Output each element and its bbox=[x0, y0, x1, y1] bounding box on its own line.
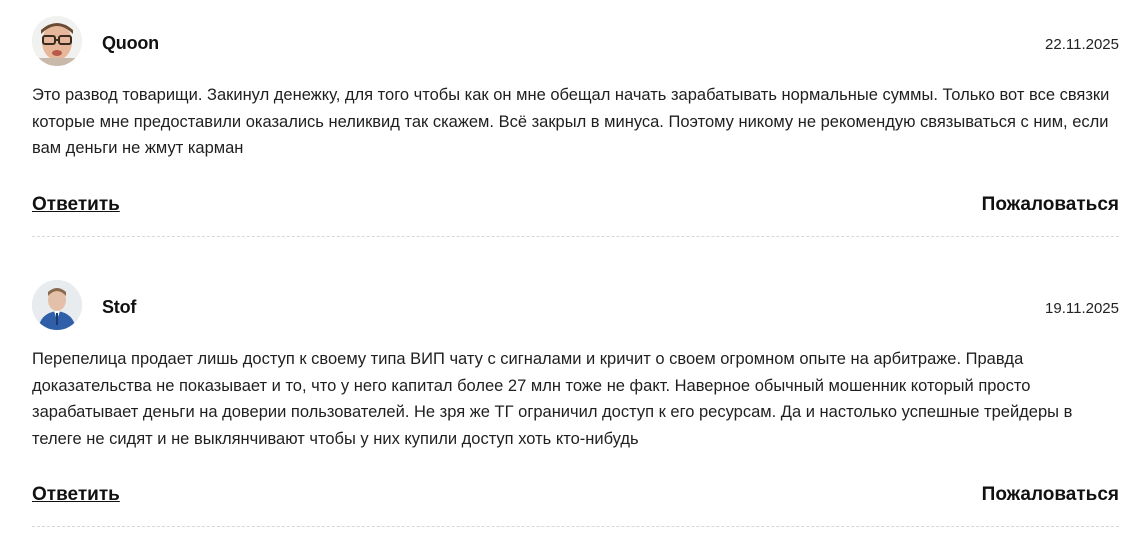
comment-header: Stof 19.11.2025 bbox=[32, 280, 1119, 334]
comment-text: Это развод товарищи. Закинул денежку, дл… bbox=[32, 86, 1110, 157]
comment-date: 22.11.2025 bbox=[1045, 36, 1119, 53]
comments-list: Quoon 22.11.2025 Это развод товарищи. За… bbox=[0, 0, 1145, 533]
avatar bbox=[32, 16, 82, 66]
comment-actions: Ответить Пожаловаться bbox=[32, 194, 1119, 218]
reply-link[interactable]: Ответить bbox=[32, 484, 120, 506]
comment-item: Quoon 22.11.2025 Это развод товарищи. За… bbox=[32, 16, 1119, 237]
comment-author: Quoon bbox=[102, 33, 159, 53]
reply-link[interactable]: Ответить bbox=[32, 194, 120, 216]
comment-item: Stof 19.11.2025 Перепелица продает лишь … bbox=[32, 280, 1119, 527]
avatar-man-photo-image bbox=[32, 280, 82, 330]
comment-header: Quoon 22.11.2025 bbox=[32, 16, 1119, 70]
comment-divider bbox=[32, 236, 1119, 237]
comment-author: Stof bbox=[102, 297, 137, 317]
report-link[interactable]: Пожаловаться bbox=[982, 484, 1119, 506]
comment-text: Перепелица продает лишь доступ к своему … bbox=[32, 350, 1073, 448]
comment-divider bbox=[32, 526, 1119, 527]
comment-actions: Ответить Пожаловаться bbox=[32, 484, 1119, 508]
avatar-glasses-man-image bbox=[32, 16, 82, 66]
avatar bbox=[32, 280, 82, 330]
comment-date: 19.11.2025 bbox=[1045, 300, 1119, 317]
report-link[interactable]: Пожаловаться bbox=[982, 194, 1119, 216]
